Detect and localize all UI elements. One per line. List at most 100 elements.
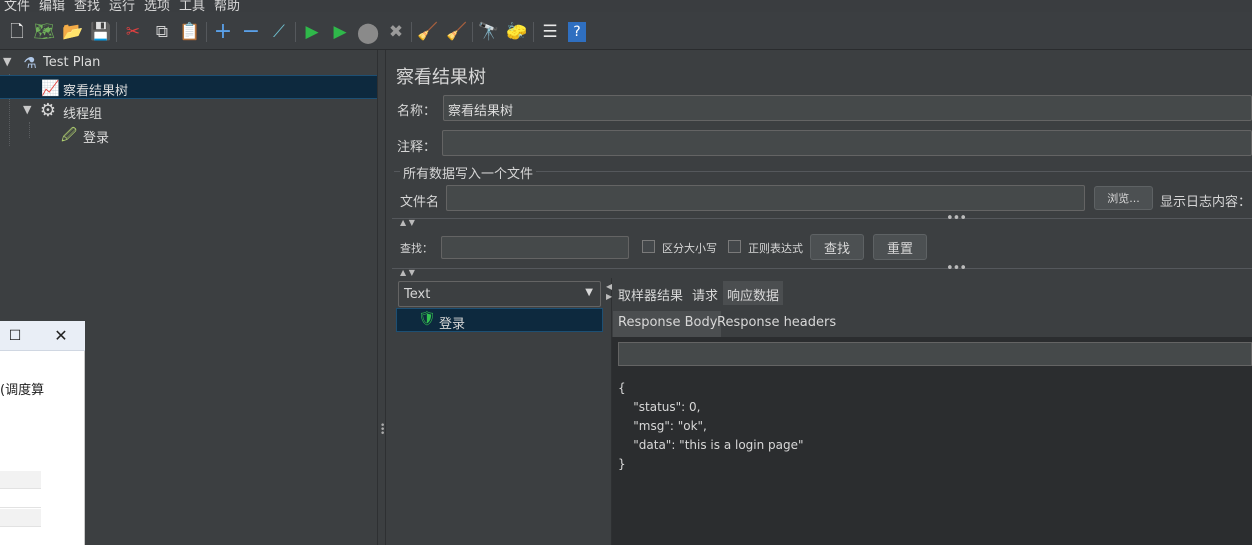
renderer-select[interactable]: Text ▼ bbox=[398, 281, 601, 307]
horizontal-splitter[interactable]: ▲ ▼ ••• bbox=[392, 261, 1252, 277]
success-shield-icon: 🛡 bbox=[418, 311, 436, 327]
result-item[interactable]: 🛡 登录 bbox=[396, 308, 603, 332]
menu-options[interactable]: 选项 bbox=[144, 0, 170, 12]
regex-label: 正则表达式 bbox=[748, 242, 803, 255]
log-display-label: 显示日志内容： bbox=[1160, 195, 1252, 210]
close-icon[interactable]: ✕ bbox=[51, 326, 71, 346]
collapse-icon[interactable]: − bbox=[240, 21, 262, 43]
flask-icon: ⚗ bbox=[23, 54, 37, 72]
reset-button[interactable]: 重置 bbox=[873, 234, 927, 260]
save-icon[interactable]: 💾 bbox=[90, 21, 112, 43]
tree-node-label: 察看结果树 bbox=[63, 84, 129, 99]
cut-icon[interactable]: ✂ bbox=[122, 21, 144, 43]
function-helper-icon[interactable]: ☰ bbox=[539, 21, 561, 43]
write-all-label: 所有数据写入一个文件 bbox=[400, 163, 537, 182]
tree-node-view-results-tree[interactable]: 📈 察看结果树 bbox=[0, 75, 377, 99]
menu-edit[interactable]: 编辑 bbox=[39, 0, 65, 12]
toggle-icon[interactable]: ⟋ bbox=[268, 21, 290, 43]
toolbar-separator bbox=[116, 22, 117, 42]
response-body-text: { "status": 0, "msg": "ok", "data": "thi… bbox=[618, 381, 804, 471]
horizontal-splitter[interactable]: ▲ ▼ ••• bbox=[392, 211, 1252, 227]
chart-icon: 📈 bbox=[41, 79, 60, 97]
maximize-icon[interactable]: ☐ bbox=[5, 326, 25, 346]
menu-help[interactable]: 帮助 bbox=[214, 0, 240, 12]
tab-request[interactable]: 请求 bbox=[692, 281, 718, 305]
comment-label: 注释： bbox=[397, 140, 437, 155]
menu-tools[interactable]: 工具 bbox=[179, 0, 205, 12]
toolbar-separator bbox=[295, 22, 296, 42]
filename-field[interactable] bbox=[446, 185, 1085, 211]
tree-node-label: 线程组 bbox=[63, 107, 103, 122]
toolbar-separator bbox=[472, 22, 473, 42]
new-icon[interactable]: 🗋 bbox=[6, 21, 28, 43]
chevron-down-icon[interactable]: ▼ bbox=[3, 55, 11, 68]
menu-search[interactable]: 查找 bbox=[74, 0, 100, 12]
expand-icon[interactable]: + bbox=[212, 21, 234, 43]
name-field-value: 察看结果树 bbox=[448, 104, 514, 119]
splitter-arrows-icon[interactable]: ▲ ▼ bbox=[400, 268, 415, 277]
panel-splitter[interactable]: • • • bbox=[377, 50, 386, 545]
tab-response-headers[interactable]: Response headers bbox=[717, 311, 836, 335]
tab-response-body[interactable]: Response Body bbox=[613, 311, 722, 337]
tab-sampler-result[interactable]: 取样器结果 bbox=[618, 281, 683, 305]
window-cell bbox=[0, 509, 41, 527]
toolbar: 🗋 🗺 📂 💾 ✂ ⧉ 📋 + − ⟋ ▶ ▶ ⬤ ✖ 🧹 🧹 🔭 🧽 ☰ ? bbox=[0, 12, 1252, 50]
splitter-grip[interactable]: ••• bbox=[946, 261, 967, 276]
comment-field[interactable] bbox=[442, 130, 1252, 156]
response-search-field[interactable] bbox=[618, 342, 1252, 366]
tree-node-thread-group[interactable]: ▼ ⚙ 线程组 bbox=[0, 99, 377, 123]
start-no-pause-icon[interactable]: ▶ bbox=[329, 21, 351, 43]
chevron-down-icon: ▼ bbox=[585, 287, 593, 298]
window-text: (调度算 bbox=[0, 383, 45, 398]
open-icon[interactable]: 📂 bbox=[62, 21, 84, 43]
clear-all-icon[interactable]: 🧹 bbox=[446, 21, 468, 43]
page-title: 察看结果树 bbox=[396, 67, 486, 88]
toolbar-separator bbox=[533, 22, 534, 42]
case-sensitive-label: 区分大小写 bbox=[662, 242, 717, 255]
reset-search-icon[interactable]: 🧽 bbox=[506, 21, 528, 43]
search-icon[interactable]: 🔭 bbox=[478, 21, 500, 43]
window-titlebar: ☐ ✕ bbox=[0, 321, 85, 351]
name-field[interactable]: 察看结果树 bbox=[443, 95, 1252, 121]
tree-node-label: Test Plan bbox=[43, 55, 101, 70]
help-icon[interactable]: ? bbox=[568, 22, 586, 42]
response-panel: 取样器结果 请求 响应数据 Response Body Response hea… bbox=[612, 278, 1252, 545]
result-item-label: 登录 bbox=[439, 317, 466, 332]
menu-file[interactable]: 文件 bbox=[4, 0, 30, 12]
window-cell bbox=[0, 490, 41, 508]
window-cell bbox=[0, 471, 41, 489]
results-splitter[interactable]: ◀ ▶ bbox=[603, 278, 612, 545]
templates-icon[interactable]: 🗺 bbox=[33, 21, 55, 43]
search-input[interactable] bbox=[441, 236, 629, 259]
splitter-arrows-icon[interactable]: ▲ ▼ bbox=[400, 218, 415, 227]
tree-node-test-plan[interactable]: ▼ ⚗ Test Plan bbox=[0, 51, 377, 75]
find-button[interactable]: 查找 bbox=[810, 234, 864, 260]
window-cell bbox=[0, 528, 41, 545]
chevron-down-icon[interactable]: ▼ bbox=[23, 103, 31, 116]
menu-bar: 文件 编辑 查找 运行 选项 工具 帮助 bbox=[0, 0, 1252, 12]
overlapping-window: ☐ ✕ (调度算 bbox=[0, 321, 85, 545]
name-label: 名称： bbox=[397, 104, 437, 119]
start-icon[interactable]: ▶ bbox=[301, 21, 323, 43]
gear-icon: ⚙ bbox=[39, 100, 57, 121]
view-results-tree-panel: 察看结果树 名称： 察看结果树 注释： 所有数据写入一个文件 文件名 浏览...… bbox=[386, 50, 1252, 545]
shutdown-icon[interactable]: ✖ bbox=[385, 21, 407, 43]
clear-icon[interactable]: 🧹 bbox=[417, 21, 439, 43]
splitter-grip[interactable]: ••• bbox=[946, 211, 967, 226]
browse-button[interactable]: 浏览... bbox=[1094, 186, 1153, 210]
paste-icon[interactable]: 📋 bbox=[179, 21, 201, 43]
toolbar-separator bbox=[206, 22, 207, 42]
stop-icon[interactable]: ⬤ bbox=[357, 21, 379, 43]
tree-node-login[interactable]: 🖉 登录 bbox=[0, 123, 377, 147]
renderer-select-value: Text bbox=[404, 287, 431, 302]
case-sensitive-checkbox[interactable] bbox=[642, 240, 655, 253]
menu-run[interactable]: 运行 bbox=[109, 0, 135, 12]
copy-icon[interactable]: ⧉ bbox=[151, 21, 173, 43]
pipette-icon: 🖉 bbox=[61, 126, 77, 144]
filename-label: 文件名 bbox=[400, 195, 440, 210]
tree-node-label: 登录 bbox=[83, 131, 110, 146]
regex-checkbox[interactable] bbox=[728, 240, 741, 253]
splitter-grip[interactable]: ••• bbox=[380, 422, 385, 439]
tab-response-data[interactable]: 响应数据 bbox=[723, 281, 784, 305]
search-label: 查找： bbox=[400, 242, 433, 255]
